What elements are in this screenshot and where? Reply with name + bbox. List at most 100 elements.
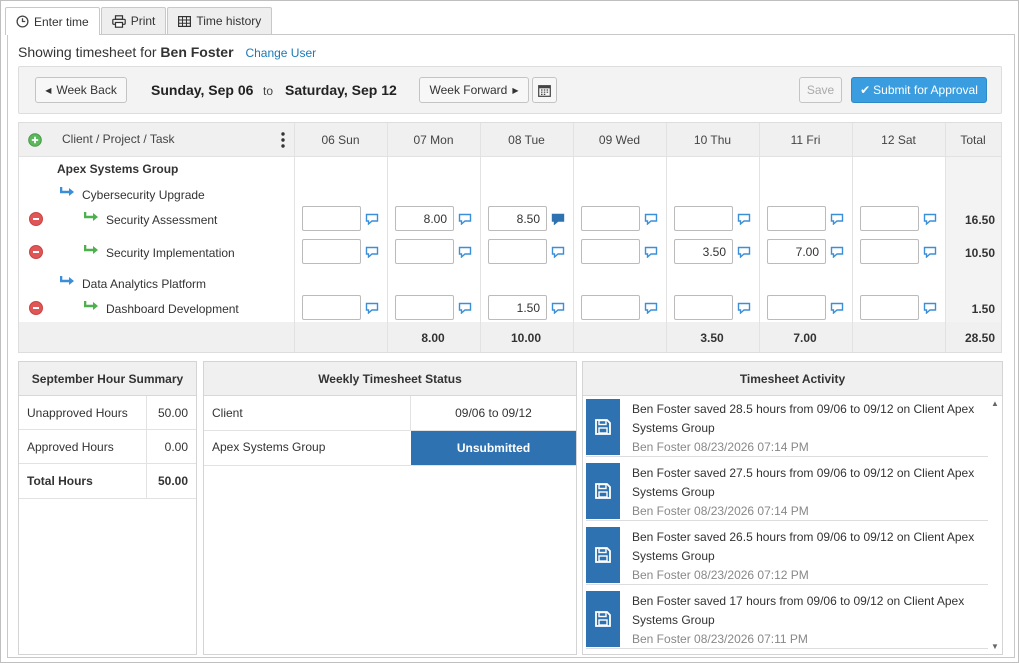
summary-label: Approved Hours	[27, 440, 114, 454]
remove-row-icon[interactable]	[29, 212, 43, 226]
activity-item: Ben Foster saved 28.5 hours from 09/06 t…	[586, 396, 988, 457]
task-arrow-icon	[84, 245, 98, 254]
time-input[interactable]	[860, 239, 919, 264]
change-user-link[interactable]: Change User	[245, 46, 316, 60]
column-divider	[387, 123, 388, 352]
comment-icon[interactable]	[365, 213, 379, 225]
tab-print[interactable]: Print	[100, 7, 167, 34]
activity-item: Ben Foster saved 26.5 hours from 09/06 t…	[586, 524, 988, 585]
day-total: 8.00	[421, 331, 445, 345]
time-input[interactable]	[581, 295, 640, 320]
activity-meta: Ben Foster 08/23/2026 07:12 PM	[632, 568, 809, 582]
time-input[interactable]	[395, 295, 454, 320]
time-input[interactable]	[767, 295, 826, 320]
activity-item: Ben Foster saved 27.5 hours from 09/06 t…	[586, 460, 988, 521]
column-divider	[945, 123, 946, 352]
week-forward-button[interactable]: Week Forward ▶	[419, 77, 529, 103]
save-button[interactable]: Save	[799, 77, 842, 103]
time-input[interactable]	[860, 295, 919, 320]
time-input[interactable]	[581, 206, 640, 231]
comment-icon[interactable]	[458, 213, 472, 225]
project-name: Cybersecurity Upgrade	[82, 188, 205, 202]
time-input[interactable]: 8.00	[395, 206, 454, 231]
time-input[interactable]	[488, 239, 547, 264]
status-row: Apex Systems Group Unsubmitted	[204, 431, 576, 466]
time-input[interactable]	[302, 295, 361, 320]
tab-enter-time[interactable]: Enter time	[5, 7, 100, 35]
summary-row: Unapproved Hours 50.00	[19, 396, 196, 430]
time-input[interactable]: 1.50	[488, 295, 547, 320]
day-header: 06 Sun	[321, 133, 360, 147]
status-badge[interactable]: Unsubmitted	[411, 431, 576, 465]
column-divider	[573, 123, 574, 352]
project-name: Data Analytics Platform	[82, 277, 207, 291]
comment-icon[interactable]	[458, 302, 472, 314]
week-back-button[interactable]: ◀ Week Back	[35, 77, 127, 103]
time-input[interactable]: 8.50	[488, 206, 547, 231]
grand-total: 28.50	[964, 331, 995, 345]
add-row-icon[interactable]	[28, 133, 42, 147]
table-icon	[178, 15, 192, 27]
status-header-row: Client 09/06 to 09/12	[204, 396, 576, 431]
submit-approval-button[interactable]: ✔ Submit for Approval	[851, 77, 987, 103]
comment-icon[interactable]	[365, 302, 379, 314]
timesheet-grid: Client / Project / Task 06 Sun 07 Mon 08…	[18, 122, 1002, 353]
submit-label: Submit for Approval	[873, 83, 978, 97]
week-toolbar: ◀ Week Back Sunday, Sep 06 to Saturday, …	[18, 66, 1002, 114]
save-disk-icon	[586, 463, 620, 519]
time-input[interactable]: 7.00	[767, 239, 826, 264]
activity-scrollbar[interactable]: ▲ ▼	[988, 396, 1002, 654]
tab-time-history[interactable]: Time history	[167, 7, 273, 34]
comment-icon[interactable]	[830, 246, 844, 258]
comment-icon[interactable]	[644, 302, 658, 314]
scroll-down-icon[interactable]: ▼	[991, 642, 999, 651]
more-options-icon[interactable]	[281, 132, 285, 148]
time-input[interactable]	[860, 206, 919, 231]
summary-value: 0.00	[164, 440, 188, 454]
time-input[interactable]	[674, 206, 733, 231]
comment-icon[interactable]	[644, 246, 658, 258]
activity-text: Ben Foster saved 17 hours from 09/06 to …	[632, 594, 965, 627]
check-icon: ✔	[860, 83, 871, 97]
weekly-status-panel: Weekly Timesheet Status Client 09/06 to …	[203, 361, 577, 655]
comment-icon[interactable]	[830, 302, 844, 314]
comment-icon[interactable]	[923, 246, 937, 258]
time-input[interactable]	[767, 206, 826, 231]
time-input[interactable]	[395, 239, 454, 264]
activity-text: Ben Foster saved 27.5 hours from 09/06 t…	[632, 466, 975, 499]
time-input[interactable]	[581, 239, 640, 264]
time-input[interactable]	[302, 206, 361, 231]
printer-icon	[111, 14, 126, 28]
comment-icon[interactable]	[644, 213, 658, 225]
tab-label: Print	[130, 14, 156, 28]
comment-icon[interactable]	[830, 213, 844, 225]
tab-bar: Enter time Print Time history	[5, 7, 273, 35]
calendar-button[interactable]	[532, 77, 557, 103]
time-input[interactable]	[302, 239, 361, 264]
comment-icon[interactable]	[737, 213, 751, 225]
scroll-up-icon[interactable]: ▲	[991, 399, 999, 408]
task-name: Dashboard Development	[106, 302, 239, 316]
remove-row-icon[interactable]	[29, 301, 43, 315]
project-arrow-icon	[60, 187, 74, 196]
week-forward-label: Week Forward	[429, 83, 508, 97]
status-client-name: Apex Systems Group	[212, 440, 326, 454]
comment-icon[interactable]	[737, 246, 751, 258]
comment-filled-icon[interactable]	[551, 213, 565, 225]
time-input[interactable]: 3.50	[674, 239, 733, 264]
client-name: Apex Systems Group	[57, 162, 179, 176]
summary-title: September Hour Summary	[19, 362, 196, 396]
comment-icon[interactable]	[551, 246, 565, 258]
calendar-icon	[538, 84, 551, 97]
comment-icon[interactable]	[923, 302, 937, 314]
comment-icon[interactable]	[551, 302, 565, 314]
column-divider	[666, 123, 667, 352]
total-column	[945, 157, 1001, 322]
comment-icon[interactable]	[365, 246, 379, 258]
comment-icon[interactable]	[923, 213, 937, 225]
tab-label: Enter time	[34, 14, 89, 29]
comment-icon[interactable]	[737, 302, 751, 314]
time-input[interactable]	[674, 295, 733, 320]
comment-icon[interactable]	[458, 246, 472, 258]
remove-row-icon[interactable]	[29, 245, 43, 259]
